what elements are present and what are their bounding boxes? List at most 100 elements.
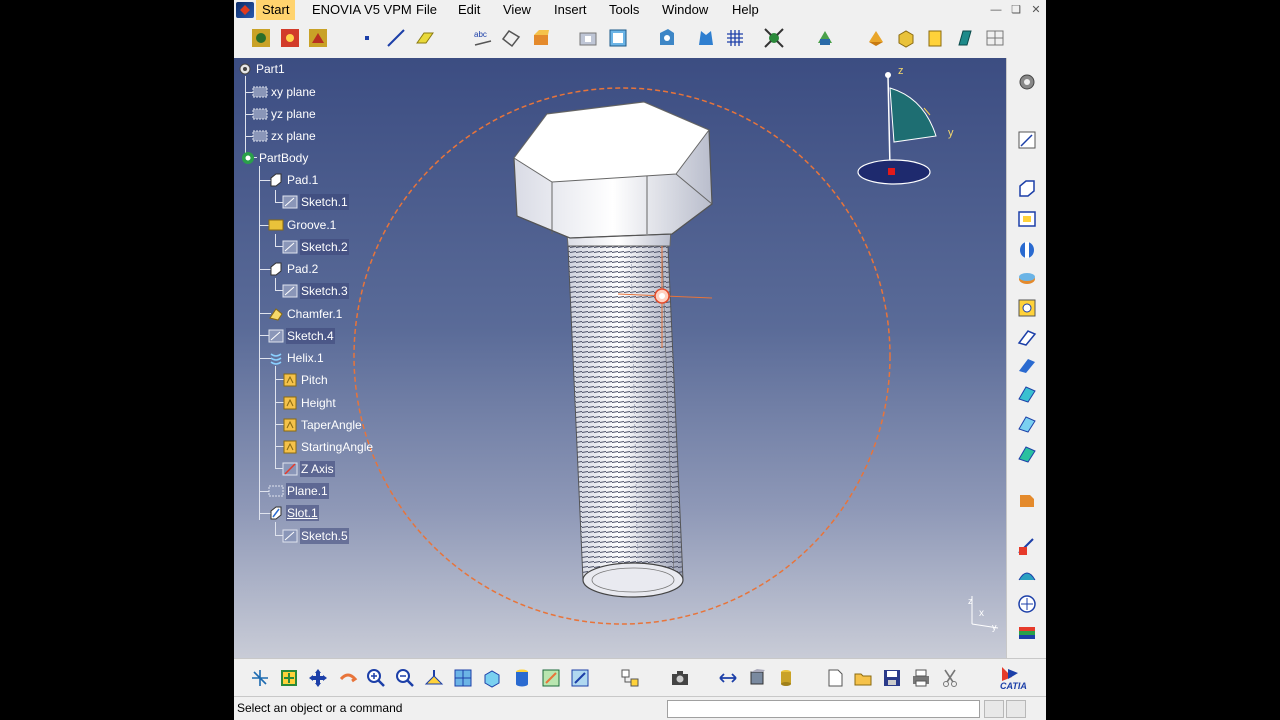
shaft-tool-icon[interactable] <box>607 27 629 49</box>
tree-item-startingangle[interactable]: StartingAngle <box>282 437 374 457</box>
tree-item-partbody[interactable]: PartBody <box>240 148 309 168</box>
tree-root-part1[interactable]: Part1 <box>237 59 286 79</box>
measure-between-icon[interactable] <box>717 667 739 689</box>
tree-item-sketch-4[interactable]: Sketch.4 <box>268 326 335 346</box>
3d-viewport[interactable]: z y z x y Part1 xy plane yz plane zx pla… <box>234 58 1006 658</box>
tree-item-slot-1[interactable]: Slot.1 <box>268 503 319 523</box>
transform-icon-right[interactable] <box>1016 536 1038 558</box>
tree-expand-icon[interactable] <box>619 667 641 689</box>
surface-icon-right[interactable] <box>1016 564 1038 586</box>
multi-view-icon[interactable] <box>984 27 1006 49</box>
tree-item-sketch-2[interactable]: Sketch.2 <box>282 237 349 257</box>
fit-all-icon[interactable] <box>278 667 300 689</box>
minimize-icon[interactable]: — <box>988 2 1004 18</box>
tree-label[interactable]: Z Axis <box>300 461 335 477</box>
command-input[interactable] <box>667 700 980 718</box>
loft-icon-right[interactable] <box>1016 413 1038 435</box>
hole-icon-right[interactable] <box>1016 297 1038 319</box>
menu-file[interactable]: File <box>410 0 443 20</box>
rotate-icon[interactable] <box>337 667 359 689</box>
line-icon[interactable] <box>385 27 407 49</box>
cut-icon[interactable] <box>939 667 961 689</box>
restore-icon[interactable]: ❏ <box>1008 2 1024 18</box>
shading-icon[interactable] <box>511 667 533 689</box>
tree-item-zx-plane[interactable]: zx plane <box>252 126 317 146</box>
multi-view-bottom-icon[interactable] <box>452 667 474 689</box>
tree-item-helix-1[interactable]: Helix.1 <box>268 348 325 368</box>
menu-insert[interactable]: Insert <box>548 0 593 20</box>
tree-label[interactable]: Pad.2 <box>286 261 319 277</box>
print-icon[interactable] <box>910 667 932 689</box>
zoom-out-icon[interactable] <box>394 667 416 689</box>
pocket-icon-right[interactable] <box>1016 208 1038 230</box>
measure-item-icon[interactable] <box>746 667 768 689</box>
tree-item-z-axis[interactable]: Z Axis <box>282 459 335 479</box>
front-view-icon[interactable] <box>924 27 946 49</box>
settings-gear-icon[interactable] <box>1016 71 1038 93</box>
pan-icon[interactable] <box>307 667 329 689</box>
tree-item-height[interactable]: Height <box>282 393 337 413</box>
tree-item-sketch-3[interactable]: Sketch.3 <box>282 281 349 301</box>
groove-icon-right[interactable] <box>1016 268 1038 290</box>
tree-label[interactable]: Plane.1 <box>286 483 329 499</box>
rotate-view-icon[interactable] <box>865 27 887 49</box>
snap-icon[interactable] <box>763 27 785 49</box>
tree-label[interactable]: Sketch.4 <box>286 328 335 344</box>
tree-label[interactable]: xy plane <box>270 84 317 100</box>
catia-app-icon[interactable] <box>236 2 254 18</box>
pocket-tool-icon[interactable] <box>577 27 599 49</box>
constraint-icon[interactable] <box>814 27 836 49</box>
tree-label[interactable]: Pad.1 <box>286 172 319 188</box>
open-folder-icon[interactable] <box>852 667 874 689</box>
close-icon[interactable]: ✕ <box>1028 2 1044 18</box>
dress-up-icon-right[interactable] <box>1016 489 1038 511</box>
tree-label[interactable]: Groove.1 <box>286 217 337 233</box>
plane-tool-icon[interactable] <box>414 27 436 49</box>
menu-view[interactable]: View <box>497 0 537 20</box>
tree-label[interactable]: yz plane <box>270 106 317 122</box>
iso-view-bottom-icon[interactable] <box>481 667 503 689</box>
slot-icon-right[interactable] <box>1016 354 1038 376</box>
analysis-icon-right[interactable] <box>1016 622 1038 644</box>
tree-label[interactable]: zx plane <box>270 128 317 144</box>
tree-item-pitch[interactable]: Pitch <box>282 370 329 390</box>
compass-widget[interactable]: z y <box>857 65 954 185</box>
tree-label[interactable]: Helix.1 <box>286 350 325 366</box>
pad-icon-right[interactable] <box>1016 178 1038 200</box>
tree-label[interactable]: Sketch.2 <box>300 239 349 255</box>
stop-icon[interactable] <box>279 27 301 49</box>
right-view-icon[interactable] <box>954 27 976 49</box>
tree-label[interactable]: PartBody <box>258 150 309 166</box>
tree-item-pad-2[interactable]: Pad.2 <box>268 259 319 279</box>
tree-label[interactable]: TaperAngle <box>300 417 363 433</box>
fly-mode-icon[interactable] <box>249 667 271 689</box>
tree-label[interactable]: StartingAngle <box>300 439 374 455</box>
tree-item-plane-1[interactable]: Plane.1 <box>268 481 329 501</box>
shaft-icon-right[interactable] <box>1016 239 1038 261</box>
menu-tools[interactable]: Tools <box>603 0 645 20</box>
zoom-in-icon[interactable] <box>365 667 387 689</box>
command-button[interactable] <box>1006 700 1026 718</box>
measure-inertia-icon[interactable] <box>775 667 797 689</box>
measure-icon-right[interactable] <box>1016 593 1038 615</box>
tree-item-yz-plane[interactable]: yz plane <box>252 104 317 124</box>
tree-label[interactable]: Sketch.5 <box>300 528 349 544</box>
capture-camera-icon[interactable] <box>669 667 691 689</box>
menu-start[interactable]: Start <box>256 0 296 20</box>
menu-window[interactable]: Window <box>656 0 714 20</box>
tree-item-taperangle[interactable]: TaperAngle <box>282 415 363 435</box>
tree-label[interactable]: Pitch <box>300 372 329 388</box>
multi-section-icon-right[interactable] <box>1016 443 1038 465</box>
select-tool-icon[interactable] <box>250 27 272 49</box>
tree-item-xy-plane[interactable]: xy plane <box>252 82 317 102</box>
menu-help[interactable]: Help <box>726 0 765 20</box>
point-icon[interactable] <box>356 27 378 49</box>
tree-item-chamfer-1[interactable]: Chamfer.1 <box>268 304 343 324</box>
tree-label[interactable]: Chamfer.1 <box>286 306 343 322</box>
tree-label[interactable]: Sketch.1 <box>300 194 349 210</box>
tree-label[interactable]: Slot.1 <box>286 505 319 521</box>
sketch-icon-tb[interactable] <box>500 27 522 49</box>
tree-item-groove-1[interactable]: Groove.1 <box>268 215 337 235</box>
pad-tool-icon[interactable] <box>530 27 552 49</box>
sketcher-abc-icon[interactable]: abc <box>472 27 494 49</box>
